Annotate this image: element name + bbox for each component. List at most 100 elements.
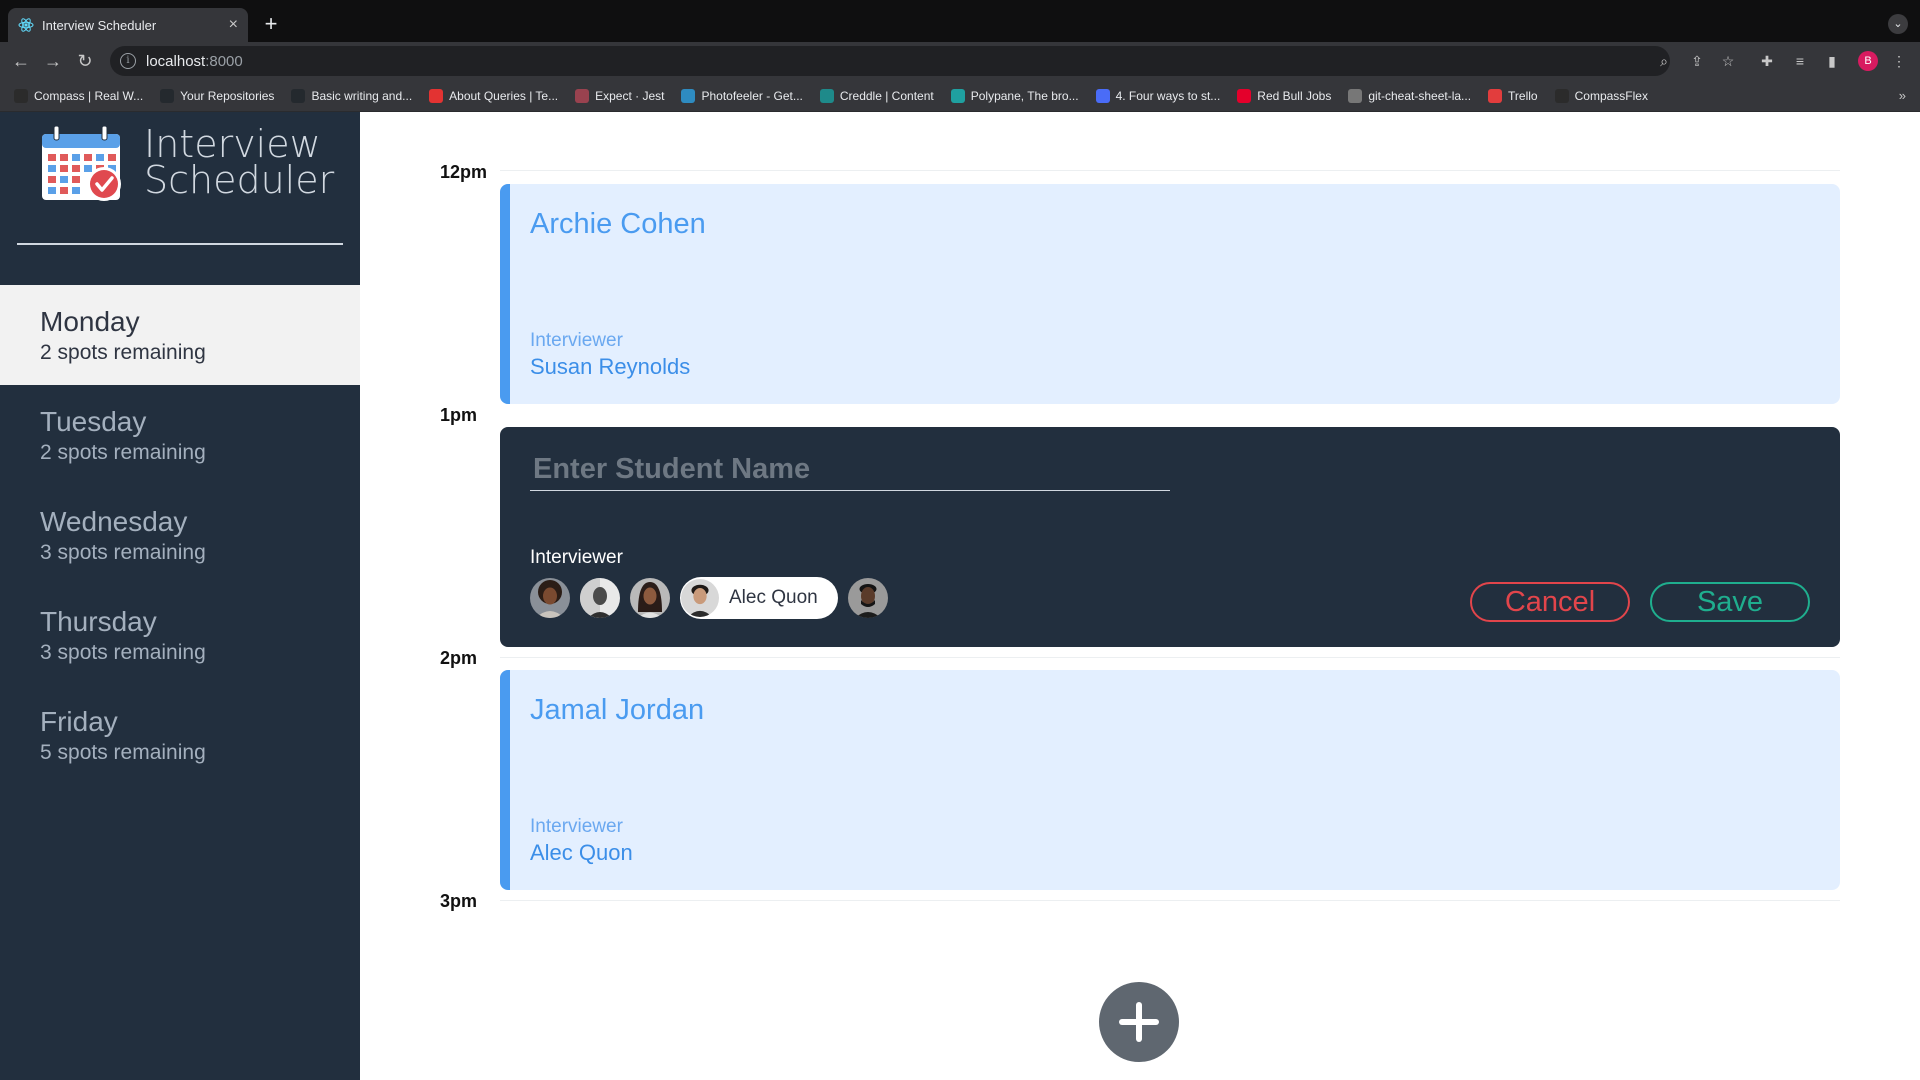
tab-search-chevron-icon[interactable]: ⌄	[1888, 14, 1908, 34]
time-divider	[500, 657, 1840, 658]
reading-list-icon[interactable]: ≡	[1791, 52, 1809, 70]
appointment-accent-bar	[500, 670, 510, 890]
day-spots: 2 spots remaining	[40, 441, 206, 464]
site-info-icon[interactable]: i	[120, 53, 136, 69]
interviewer-list: Alec Quon	[530, 577, 898, 619]
bookmark-favicon-icon	[429, 88, 444, 103]
bookmark-favicon-icon	[681, 88, 696, 103]
interviewer-option[interactable]	[847, 577, 888, 619]
bookmark-favicon-icon	[1348, 88, 1363, 103]
bookmark-label: Compass | Real W...	[34, 88, 144, 103]
day-name: Monday	[40, 306, 140, 337]
bookmark-item[interactable]: 4. Four ways to st...	[1095, 88, 1220, 103]
cancel-button[interactable]: Cancel	[1470, 582, 1630, 622]
interviewer-option[interactable]	[530, 577, 570, 619]
bookmark-star-icon[interactable]: ☆	[1719, 52, 1737, 70]
bookmark-item[interactable]: Trello	[1488, 88, 1538, 103]
day-spots: 2 spots remaining	[40, 341, 206, 364]
bookmark-item[interactable]: Compass | Real W...	[14, 88, 144, 103]
bookmark-item[interactable]: Your Repositories	[160, 88, 275, 103]
interviewer-avatar	[530, 578, 570, 618]
bookmark-label: Polypane, The bro...	[970, 88, 1079, 103]
time-slot-label: 3pm	[440, 891, 478, 911]
share-icon[interactable]: ⇪	[1688, 52, 1706, 70]
time-slot-label: 12pm	[440, 162, 488, 182]
address-bar[interactable]: i localhost:8000	[110, 46, 1670, 76]
appointment-interviewer-label: Interviewer	[530, 816, 623, 837]
close-tab-icon[interactable]: ×	[229, 16, 238, 34]
day-item-tuesday[interactable]: Tuesday 2 spots remaining	[0, 385, 360, 485]
time-slot-label: 1pm	[440, 405, 478, 425]
appointment-interviewer: Alec Quon	[530, 840, 633, 865]
appointment-card[interactable]: Archie Cohen Interviewer Susan Reynolds	[500, 184, 1840, 404]
interviewer-list-label: Interviewer	[530, 547, 623, 568]
bookmark-label: Your Repositories	[180, 88, 275, 103]
time-divider	[500, 900, 1840, 901]
bookmark-item[interactable]: Expect · Jest	[575, 88, 665, 103]
bookmark-item[interactable]: Polypane, The bro...	[950, 88, 1079, 103]
bookmark-favicon-icon	[160, 88, 175, 103]
bookmark-item[interactable]: CompassFlex	[1554, 88, 1648, 103]
booking-form: Interviewer	[500, 427, 1840, 647]
day-item-friday[interactable]: Friday 5 spots remaining	[0, 685, 360, 785]
bookmark-label: git-cheat-sheet-la...	[1368, 88, 1472, 103]
bookmark-favicon-icon	[575, 88, 590, 103]
student-name-input[interactable]	[530, 449, 1170, 491]
day-spots: 3 spots remaining	[40, 541, 206, 564]
interviewer-option[interactable]	[580, 577, 620, 619]
bookmark-favicon-icon	[1488, 88, 1503, 103]
browser-menu-icon[interactable]: ⋮	[1890, 52, 1908, 70]
bookmark-favicon-icon	[291, 88, 306, 103]
day-name: Friday	[40, 706, 118, 737]
more-bookmarks-icon[interactable]: »	[1899, 88, 1906, 103]
zoom-icon[interactable]: ⌕	[1655, 52, 1673, 70]
day-item-monday[interactable]: Monday 2 spots remaining	[0, 285, 360, 385]
tab-title: Interview Scheduler	[42, 17, 157, 33]
bookmark-favicon-icon	[819, 88, 834, 103]
interviewer-avatar	[681, 579, 719, 617]
bookmark-item[interactable]: git-cheat-sheet-la...	[1348, 88, 1472, 103]
bookmarks-bar: Compass | Real W... Your Repositories Basi…	[0, 80, 1920, 112]
bookmark-item[interactable]: About Queries | Te...	[429, 88, 559, 103]
sidebar: Interview Scheduler Monday 2 spots remai…	[0, 112, 360, 1080]
day-spots: 5 spots remaining	[40, 741, 206, 764]
new-tab-button[interactable]: +	[258, 12, 284, 38]
browser-tab[interactable]: Interview Scheduler ×	[8, 8, 248, 42]
bookmark-label: CompassFlex	[1574, 88, 1648, 103]
appointment-interviewer: Susan Reynolds	[530, 354, 691, 379]
back-arrow-icon[interactable]: ←	[10, 50, 32, 72]
bookmark-label: Creddle | Content	[839, 88, 934, 103]
day-name: Wednesday	[40, 506, 188, 537]
extensions-puzzle-icon[interactable]: ✚	[1758, 52, 1776, 70]
interviewer-avatar	[847, 578, 888, 618]
url-host: localhost	[146, 52, 206, 70]
bookmark-label: Trello	[1508, 88, 1538, 103]
time-slot-label: 2pm	[440, 648, 478, 668]
add-appointment-button[interactable]	[1099, 982, 1179, 1062]
bookmark-label: About Queries | Te...	[449, 88, 559, 103]
reload-icon[interactable]: ↻	[74, 50, 96, 72]
side-panel-icon[interactable]: ▮	[1823, 52, 1841, 70]
interviewer-option-selected[interactable]: Alec Quon	[680, 577, 838, 619]
profile-avatar[interactable]: B	[1858, 51, 1878, 71]
sidebar-divider	[17, 243, 343, 245]
forward-arrow-icon[interactable]: →	[42, 50, 64, 72]
bookmark-item[interactable]: Photofeeler - Get...	[681, 88, 803, 103]
bookmark-item[interactable]: Red Bull Jobs	[1237, 88, 1331, 103]
calendar-logo-icon	[42, 125, 121, 201]
bookmark-item[interactable]: Basic writing and...	[291, 88, 413, 103]
bookmark-item[interactable]: Creddle | Content	[819, 88, 934, 103]
appointment-card[interactable]: Jamal Jordan Interviewer Alec Quon	[500, 670, 1840, 890]
bookmark-favicon-icon	[1554, 88, 1569, 103]
bookmark-label: Basic writing and...	[311, 88, 413, 103]
day-item-thursday[interactable]: Thursday 3 spots remaining	[0, 585, 360, 685]
browser-toolbar: ← → ↻ i localhost:8000 ⌕ ⇪ ☆ ✚ ≡ ▮ B ⋮	[0, 42, 1920, 80]
save-button[interactable]: Save	[1650, 582, 1810, 622]
app-brand: Interview Scheduler	[144, 125, 334, 199]
schedule-panel: 12pm Archie Cohen Interviewer Susan Reyn…	[360, 112, 1920, 1080]
appointment-accent-bar	[500, 184, 510, 404]
react-favicon-icon	[18, 18, 34, 32]
day-item-wednesday[interactable]: Wednesday 3 spots remaining	[0, 485, 360, 585]
interviewer-option[interactable]	[630, 577, 670, 619]
bookmark-label: Expect · Jest	[595, 88, 665, 103]
